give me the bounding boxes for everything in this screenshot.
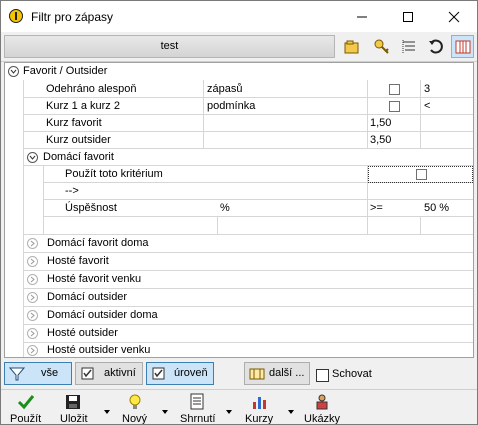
window-title: Filtr pro zápasy — [31, 10, 114, 24]
row-label: Odehráno alespoň — [46, 83, 137, 95]
group-label: Domácí outsider doma — [47, 309, 158, 321]
group-label: Hosté favorit — [47, 255, 109, 267]
folder-open-button[interactable] — [340, 35, 363, 58]
tree-root-row[interactable]: Favorit / Outsider — [5, 63, 473, 80]
checkbox-checked-icon — [152, 367, 165, 380]
close-icon — [448, 11, 460, 23]
collapse-icon[interactable] — [27, 152, 38, 163]
filter-window: Filtr pro zápasy test Favorit / Outsider… — [0, 0, 478, 425]
test-button[interactable]: test — [4, 35, 335, 58]
columns-icon — [249, 368, 265, 380]
document-icon — [190, 393, 204, 410]
filter-tree: Favorit / Outsider Odehráno alespoň zápa… — [4, 62, 474, 358]
bottom-toolbar: Použít Uložit Nový Shrnutí Kurzy Ukázky — [1, 389, 477, 424]
ulozit-dropdown-arrow[interactable] — [104, 410, 110, 414]
kurzy-dropdown-arrow[interactable] — [288, 410, 294, 414]
expand-icon[interactable] — [27, 256, 38, 267]
group-label: Hosté outsider venku — [47, 344, 151, 356]
save-icon — [66, 395, 80, 409]
refresh-icon — [429, 39, 443, 54]
dalsi-button[interactable]: další ... — [244, 362, 310, 385]
minimize-button[interactable] — [339, 1, 385, 32]
expand-icon[interactable] — [27, 292, 38, 303]
row-arrow: --> — [5, 183, 473, 200]
row-label: Kurz 1 a kurz 2 — [46, 100, 120, 112]
checkmark-icon — [17, 395, 35, 410]
row-label: Použít toto kritérium — [65, 168, 163, 180]
row-kurz-favorit: Kurz favorit 1,50 — [5, 115, 473, 132]
use-criterion-checkbox[interactable] — [416, 169, 427, 180]
row-label: Kurz favorit — [46, 117, 102, 129]
row-value[interactable]: 1,50 — [370, 115, 391, 132]
row-label: Kurz outsider — [46, 134, 111, 146]
row-pouzit-kriterium: Použít toto kritérium — [5, 166, 473, 183]
columns-icon — [455, 40, 471, 54]
novy-button[interactable]: Nový — [119, 393, 149, 424]
aktivni-button[interactable]: aktivní — [75, 362, 143, 385]
people-icon — [316, 394, 328, 410]
list-button[interactable] — [397, 35, 420, 58]
maximize-icon — [403, 12, 413, 22]
toolbar: test — [1, 32, 477, 62]
group-label: Domácí outsider — [47, 291, 128, 303]
filter-bar: vše aktivní úroveň další ... Schovat — [1, 359, 477, 389]
group-domaci-favorit[interactable]: Domácí favorit — [23, 149, 473, 166]
expand-icon[interactable] — [27, 238, 38, 249]
row-kurz-outsider: Kurz outsider 3,50 — [5, 132, 473, 149]
row-label: --> — [65, 185, 79, 197]
collapse-icon[interactable] — [8, 66, 19, 77]
lightbulb-icon — [129, 394, 141, 409]
expand-icon[interactable] — [27, 310, 38, 321]
close-button[interactable] — [431, 1, 477, 32]
expand-icon[interactable] — [27, 345, 38, 356]
group-label: Hosté outsider — [47, 327, 118, 339]
row-value[interactable]: 50 % — [424, 200, 449, 217]
tree-root-label: Favorit / Outsider — [23, 65, 108, 77]
key-button[interactable] — [370, 35, 393, 58]
shrnuti-dropdown-arrow[interactable] — [226, 410, 232, 414]
maximize-button[interactable] — [385, 1, 431, 32]
row-operator[interactable]: >= — [370, 200, 383, 217]
kurzy-button[interactable]: Kurzy — [242, 393, 278, 424]
funnel-icon — [9, 367, 25, 381]
chart-icon — [253, 397, 266, 409]
row-checkbox[interactable] — [389, 101, 400, 112]
title-bar: Filtr pro zápasy — [1, 1, 477, 32]
ulozit-button[interactable]: Uložit — [58, 393, 92, 424]
vse-button[interactable]: vše — [4, 362, 72, 385]
expand-icon[interactable] — [27, 274, 38, 285]
row-value[interactable]: 3,50 — [370, 132, 391, 149]
group-label: Domácí favorit — [43, 151, 114, 163]
minimize-icon — [357, 16, 367, 18]
row-checkbox[interactable] — [389, 84, 400, 95]
row-value[interactable]: < — [424, 98, 430, 115]
group-label: Domácí favorit doma — [47, 237, 149, 249]
row-label: Úspěšnost — [65, 202, 117, 214]
group-label: Hosté favorit venku — [47, 273, 142, 285]
shrnuti-button[interactable]: Shrnutí — [178, 393, 216, 424]
ukazky-button[interactable]: Ukázky — [302, 393, 342, 424]
key-icon — [374, 39, 389, 54]
columns-button[interactable] — [451, 35, 474, 58]
row-odehrano: Odehráno alespoň zápasů 3 — [5, 81, 473, 98]
expand-icon[interactable] — [27, 328, 38, 339]
row-col2[interactable]: zápasů — [207, 81, 242, 98]
app-icon — [9, 9, 23, 23]
row-kurz12: Kurz 1 a kurz 2 podmínka < — [5, 98, 473, 115]
list-icon — [402, 40, 415, 53]
row-unit[interactable]: % — [220, 200, 230, 217]
folder-open-icon — [344, 40, 359, 54]
row-uspesnost: Úspěšnost % >= 50 % — [5, 200, 473, 217]
pouzit-button[interactable]: Použít — [10, 393, 44, 424]
row-value[interactable]: 3 — [424, 81, 430, 98]
schovat-checkbox[interactable] — [316, 369, 329, 382]
schovat-label: Schovat — [332, 368, 372, 380]
novy-dropdown-arrow[interactable] — [162, 410, 168, 414]
uroven-button[interactable]: úroveň — [146, 362, 214, 385]
row-col2[interactable]: podmínka — [207, 98, 255, 115]
refresh-button[interactable] — [424, 35, 447, 58]
checkbox-checked-icon — [81, 367, 94, 380]
